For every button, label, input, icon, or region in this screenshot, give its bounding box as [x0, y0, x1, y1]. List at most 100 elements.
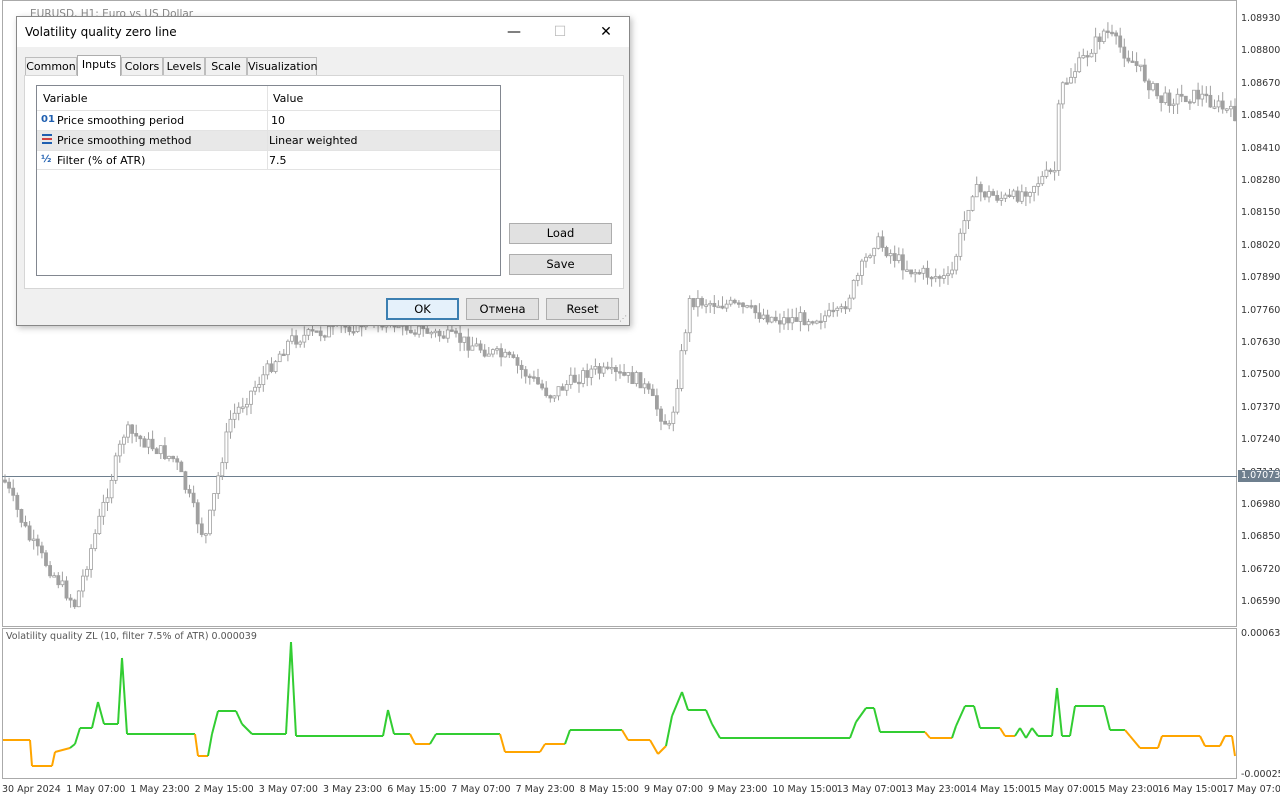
ok-button[interactable]: OK	[386, 298, 459, 320]
cancel-button[interactable]: Отмена	[466, 298, 539, 320]
price-axis-label: 1.07240	[1241, 434, 1280, 446]
candle-body	[950, 269, 954, 275]
candle-body	[691, 298, 696, 308]
resize-grip-icon[interactable]: ⋰	[619, 314, 627, 323]
indicator-line-segment	[429, 733, 437, 745]
indicator-line-segment	[973, 705, 981, 729]
candle-body	[552, 395, 557, 399]
candle-body	[458, 332, 463, 343]
candle-body	[162, 445, 167, 459]
candle-body	[294, 335, 299, 345]
candle-body	[732, 299, 737, 304]
variable-value[interactable]: Linear weighted	[269, 131, 358, 150]
candle-body	[573, 374, 577, 383]
candle-body	[544, 387, 549, 396]
candle-body	[901, 254, 905, 271]
candle-body	[536, 377, 540, 385]
candle-body	[1134, 61, 1139, 66]
candle-body	[195, 502, 200, 525]
reset-button[interactable]: Reset	[546, 298, 619, 320]
candle-body	[745, 305, 749, 308]
candle-body	[593, 366, 598, 370]
load-button[interactable]: Load	[509, 223, 612, 244]
candle-body	[499, 348, 504, 358]
candle-body	[171, 455, 176, 460]
candle-body	[236, 406, 241, 414]
candle-body	[843, 306, 848, 310]
time-axis-label: 2 May 15:00	[194, 784, 254, 795]
indicator-line-segment	[955, 705, 966, 727]
candle-body	[810, 321, 815, 324]
indicator-line-segment	[69, 743, 76, 749]
candle-body	[1056, 103, 1061, 171]
candle-body	[835, 307, 840, 311]
tab-colors[interactable]: Colors	[121, 57, 163, 75]
candle-body	[212, 493, 217, 511]
indicator-line-segment	[387, 709, 395, 735]
maximize-button[interactable]: ☐	[537, 17, 583, 47]
price-axis-label: 1.08670	[1241, 77, 1280, 89]
candle-body	[954, 255, 959, 271]
candle-body	[892, 253, 897, 261]
candle-body	[798, 312, 803, 322]
table-row[interactable]: 01 Price smoothing period 10	[37, 110, 500, 130]
time-axis-label: 9 May 23:00	[708, 784, 768, 795]
candle-body	[724, 303, 729, 309]
tab-levels[interactable]: Levels	[163, 57, 205, 75]
tab-visualization[interactable]: Visualization	[247, 57, 317, 75]
indicator-line-segment	[924, 731, 931, 739]
price-axis-label: 1.08410	[1241, 142, 1280, 154]
candle-body	[449, 329, 454, 332]
candle-body	[1036, 183, 1041, 187]
candle-body	[64, 580, 69, 599]
candle-body	[40, 545, 44, 554]
candle-body	[683, 332, 688, 352]
indicator-line-segment	[539, 743, 546, 753]
candle-body	[523, 369, 528, 377]
indicator-line-segment	[665, 715, 673, 747]
close-button[interactable]: ✕	[583, 17, 629, 47]
candle-body	[44, 552, 48, 566]
candle-body	[1073, 71, 1077, 78]
dialog-titlebar[interactable]: Volatility quality zero line — ☐ ✕	[17, 17, 629, 47]
time-axis-label: 8 May 15:00	[579, 784, 639, 795]
current-price-label: 1.07073	[1238, 470, 1280, 482]
column-header-value[interactable]: Value	[273, 86, 303, 110]
candle-body	[806, 321, 811, 326]
candle-body	[454, 330, 458, 334]
candle-body	[19, 509, 24, 523]
candle-body	[515, 357, 520, 366]
time-axis-label: 6 May 15:00	[387, 784, 447, 795]
table-row[interactable]: Price smoothing method Linear weighted	[37, 130, 500, 150]
minimize-button[interactable]: —	[491, 17, 537, 47]
tab-scale[interactable]: Scale	[205, 57, 247, 75]
candle-body	[1085, 55, 1090, 58]
candle-body	[52, 575, 57, 578]
indicator-line-segment	[873, 707, 881, 733]
candle-body	[1044, 169, 1049, 177]
variable-name: Price smoothing period	[57, 114, 185, 127]
time-axis-label: 3 May 07:00	[258, 784, 318, 795]
candle-body	[490, 349, 495, 355]
candle-body	[1171, 103, 1176, 106]
candle-body	[1179, 93, 1184, 97]
candle-body	[97, 515, 102, 535]
candle-body	[741, 302, 745, 308]
tab-common[interactable]: Common	[25, 57, 77, 75]
save-button[interactable]: Save	[509, 254, 612, 275]
column-header-variable[interactable]: Variable	[43, 86, 88, 110]
tab-inputs[interactable]: Inputs	[77, 55, 121, 76]
candle-body	[89, 548, 93, 570]
candle-body	[1147, 80, 1151, 91]
candle-body	[532, 376, 536, 379]
variable-value[interactable]: 7.5	[269, 151, 287, 170]
variable-value[interactable]: 10	[271, 111, 285, 130]
candle-body	[470, 345, 475, 351]
candle-body	[864, 256, 868, 262]
candle-body	[786, 317, 790, 324]
candle-body	[466, 336, 471, 351]
candle-body	[187, 489, 192, 494]
table-row[interactable]: ½ Filter (% of ATR) 7.5	[37, 150, 500, 170]
indicator-properties-dialog: Volatility quality zero line — ☐ ✕ Commo…	[16, 16, 630, 326]
candle-body	[154, 448, 159, 455]
